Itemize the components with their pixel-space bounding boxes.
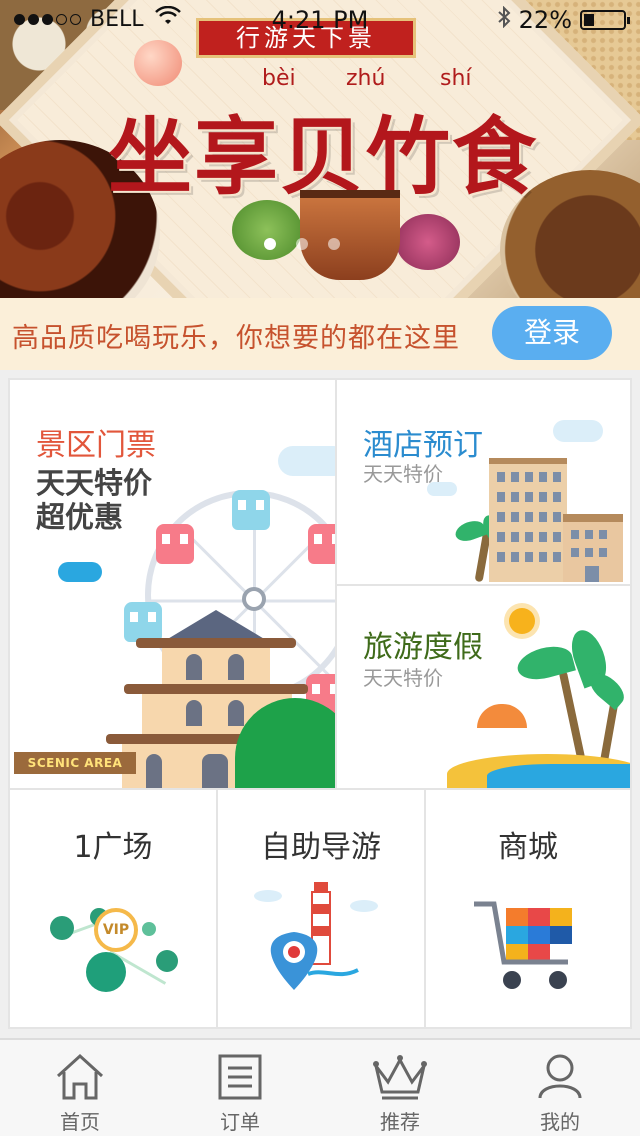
- beach-umbrella-icon: [477, 704, 527, 728]
- battery-icon: [580, 10, 630, 30]
- gondola-icon: [232, 490, 270, 530]
- sun-icon: [509, 608, 535, 634]
- mall-tile-title: 商城: [498, 830, 558, 865]
- vegetable-image: [232, 200, 302, 260]
- network-node-icon: [50, 916, 74, 940]
- scenic-area-sign: SCENIC AREA: [14, 752, 136, 774]
- hotel-booking-card[interactable]: 酒店预订 天天特价: [335, 378, 632, 586]
- banner-pinyin: shí: [440, 66, 472, 91]
- vacation-travel-card[interactable]: 旅游度假 天天特价: [335, 584, 632, 790]
- scenic-tickets-card[interactable]: 景区门票 天天特价 超优惠 SCENIC AREA: [8, 378, 337, 790]
- shopping-cart-icon: [472, 900, 582, 996]
- home-icon: [52, 1052, 108, 1102]
- tab-label: 订单: [220, 1110, 260, 1134]
- tab-mine[interactable]: 我的: [480, 1040, 640, 1136]
- gondola-icon: [124, 602, 162, 642]
- travel-card-subtitle: 天天特价: [363, 666, 443, 690]
- crown-icon: [372, 1052, 428, 1102]
- carousel-dot[interactable]: [296, 238, 308, 250]
- tab-orders[interactable]: 订单: [160, 1040, 320, 1136]
- hotel-building-illustration: [489, 458, 567, 582]
- scenic-card-title: 景区门票: [36, 428, 156, 463]
- gondola-icon: [156, 524, 194, 564]
- tab-label: 首页: [60, 1110, 100, 1134]
- cloud-icon: [278, 446, 335, 476]
- tab-label: 我的: [540, 1110, 580, 1134]
- gondola-icon: [308, 524, 335, 564]
- promo-bar: 高品质吃喝玩乐，你想要的都在这里 登录: [0, 298, 640, 370]
- tab-bar: 首页 订单 推荐 我的: [0, 1038, 640, 1136]
- status-right: 22%: [497, 5, 630, 34]
- list-icon: [212, 1052, 268, 1102]
- carousel-indicators: [264, 238, 340, 250]
- sea-illustration: [487, 764, 630, 788]
- promo-text: 高品质吃喝玩乐，你想要的都在这里: [12, 323, 460, 354]
- carousel-dot[interactable]: [328, 238, 340, 250]
- status-bar: BELL 4:21 PM 22%: [0, 0, 640, 40]
- mall-tile[interactable]: 商城: [424, 788, 632, 1029]
- login-button[interactable]: 登录: [492, 306, 612, 360]
- network-node-icon: [86, 952, 126, 992]
- peach-icon: [134, 40, 182, 86]
- tab-recommend[interactable]: 推荐: [320, 1040, 480, 1136]
- network-node-icon: [156, 950, 178, 972]
- hotpot-image: [300, 190, 400, 280]
- travel-card-title: 旅游度假: [363, 630, 483, 665]
- cloud-icon: [553, 420, 603, 442]
- lighthouse-map-pin-icon: [254, 878, 394, 998]
- vegetable-image: [396, 214, 460, 270]
- user-icon: [532, 1052, 588, 1102]
- bluetooth-icon: [497, 5, 511, 34]
- carousel-dot[interactable]: [264, 238, 276, 250]
- square-tile[interactable]: 1广场 VIP: [8, 788, 218, 1029]
- banner-carousel[interactable]: 行游天下景 bèi zhú shí 坐享贝竹食: [0, 0, 640, 298]
- tab-label: 推荐: [380, 1110, 420, 1134]
- square-tile-title: 1广场: [73, 830, 153, 865]
- battery-percent: 22%: [518, 6, 572, 34]
- hotel-annex-illustration: [563, 514, 623, 582]
- tab-home[interactable]: 首页: [0, 1040, 160, 1136]
- banner-pinyin: bèi: [262, 66, 296, 91]
- app-screen: 行游天下景 bèi zhú shí 坐享贝竹食 BELL 4:21 PM 22%…: [0, 0, 640, 1136]
- cloud-icon: [427, 482, 457, 496]
- guide-tile-title: 自助导游: [261, 830, 381, 865]
- network-node-icon: [142, 922, 156, 936]
- scenic-card-subtitle: 超优惠: [36, 500, 124, 534]
- banner-pinyin: zhú: [346, 66, 386, 91]
- vip-badge-icon: VIP: [94, 908, 138, 952]
- self-guide-tile[interactable]: 自助导游: [216, 788, 426, 1029]
- cloud-icon: [58, 562, 102, 582]
